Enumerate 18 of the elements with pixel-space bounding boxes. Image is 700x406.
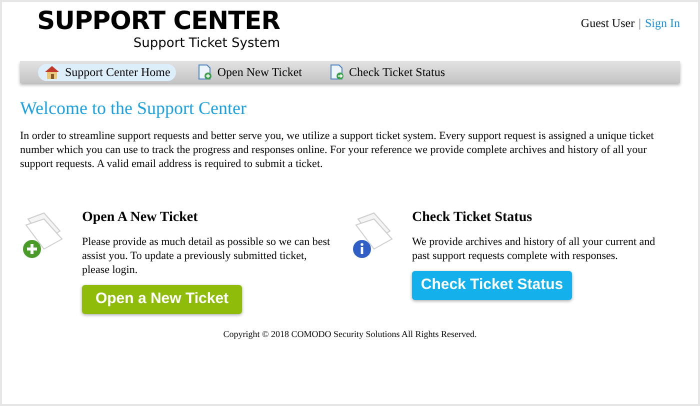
logo-subtitle: Support Ticket System: [133, 36, 280, 51]
copyright: Copyright © 2018 COMODO Security Solutions All Rights Reserved.: [222, 328, 478, 341]
card-title: Check Ticket Status: [412, 209, 534, 227]
separator: |: [638, 15, 641, 32]
house-icon: [44, 65, 60, 79]
document-arrow-icon: [330, 64, 344, 80]
card-text: Please provide as much detail as possible so we can best assist you. To update a previously submitted ticket, please login.: [82, 235, 332, 277]
nav-tab[interactable]: Open New Ticket: [192, 64, 308, 80]
welcome-text: In order to streamline support requests and better serve you, we utilize a support ticket system. Every support request is assigned a unique ticket number which you can use to track the progress and responses online. For your reference we provide complete archives and history of all your support requests. A valid email address is required to submit a ticket.: [20, 129, 655, 171]
logo-title: SUPPORT CENTER: [37, 6, 280, 36]
document-plus-icon: [198, 64, 212, 80]
nav-tab[interactable]: Check Ticket Status: [324, 64, 452, 80]
welcome-heading: Welcome to the Support Center: [20, 97, 248, 119]
nav-tab[interactable]: Support Center Home: [38, 64, 176, 80]
card-text: We provide archives and history of all your current and past support requests complete with responses.: [412, 235, 656, 263]
card-title: Open A New Ticket: [82, 209, 199, 227]
sign-in-link[interactable]: Sign In: [644, 14, 680, 32]
user-name: Guest User: [580, 15, 635, 32]
